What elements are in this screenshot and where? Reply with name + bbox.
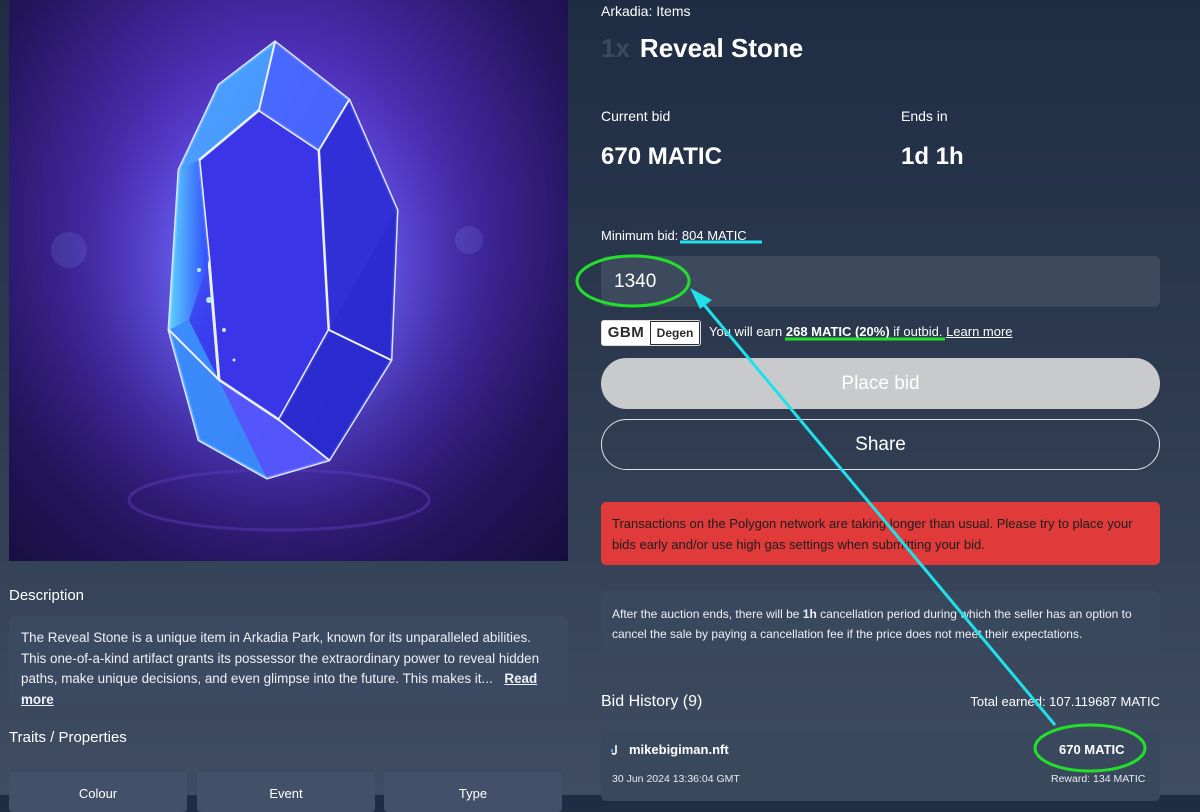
bidder-name[interactable]: mikebigiman.nft [629, 742, 729, 757]
minimum-bid-label: Minimum bid: [601, 228, 679, 243]
share-button[interactable]: Share [601, 419, 1160, 470]
item-quantity: 1x [601, 33, 630, 63]
gbm-logo: GBM [602, 321, 650, 345]
bid-amount-input[interactable] [601, 256, 1160, 307]
learn-more-link[interactable]: Learn more [946, 324, 1012, 339]
current-bid-value: 670 MATIC [601, 143, 722, 170]
minimum-bid-value: 804 MATIC [681, 228, 747, 243]
bid-amount: 670 MATIC [1059, 742, 1125, 757]
trait-card-colour[interactable]: Colour [9, 772, 187, 812]
trait-card-event[interactable]: Event [197, 772, 375, 812]
trait-label: Type [458, 786, 488, 801]
earn-prefix: You will earn [709, 324, 783, 339]
description-title: Description [9, 587, 85, 604]
ends-in-label: Ends in [901, 108, 948, 124]
description-text: The Reveal Stone is a unique item in Ark… [21, 630, 540, 686]
item-artwork [9, 0, 568, 561]
item-name: Reveal Stone [639, 33, 804, 63]
cancellation-period: 1h [802, 607, 817, 621]
gbm-degen-badge: GBM Degen [601, 320, 701, 346]
bid-history-title: Bid History (9) [601, 693, 703, 710]
total-earned: Total earned: 107.119687 MATIC [970, 694, 1160, 709]
degen-label: Degen [650, 321, 700, 345]
cancellation-text-pre: After the auction ends, there will be [612, 607, 800, 621]
current-bid-label: Current bid [601, 108, 671, 124]
network-warning-alert: Transactions on the Polygon network are … [601, 502, 1160, 565]
minimum-bid: Minimum bid: 804 MATIC [601, 228, 747, 243]
bid-reward: Reward: 134 MATIC [1051, 773, 1146, 785]
trait-label: Event [269, 786, 303, 801]
traits-title: Traits / Properties [9, 729, 127, 746]
ends-in-value: 1d 1h [901, 143, 964, 170]
earn-info: You will earn 268 MATIC (20%) if outbid.… [709, 324, 1013, 339]
cancellation-notice: After the auction ends, there will be 1h… [601, 591, 1160, 656]
trait-card-type[interactable]: Type [384, 772, 562, 812]
description-box: The Reveal Stone is a unique item in Ark… [9, 616, 568, 707]
wallet-icon [611, 744, 617, 755]
bid-date: 30 Jun 2024 13:36:04 GMT [612, 773, 740, 785]
place-bid-button[interactable]: Place bid [601, 358, 1160, 409]
item-title: 1x Reveal Stone [601, 33, 803, 64]
reveal-stone-image [49, 20, 509, 540]
trait-label: Colour [78, 786, 118, 801]
collection-name: Arkadia: Items [601, 3, 691, 19]
earn-suffix: if outbid. [893, 324, 943, 339]
earn-amount: 268 MATIC (20%) [785, 324, 890, 339]
bidder[interactable]: mikebigiman.nft [611, 742, 729, 757]
